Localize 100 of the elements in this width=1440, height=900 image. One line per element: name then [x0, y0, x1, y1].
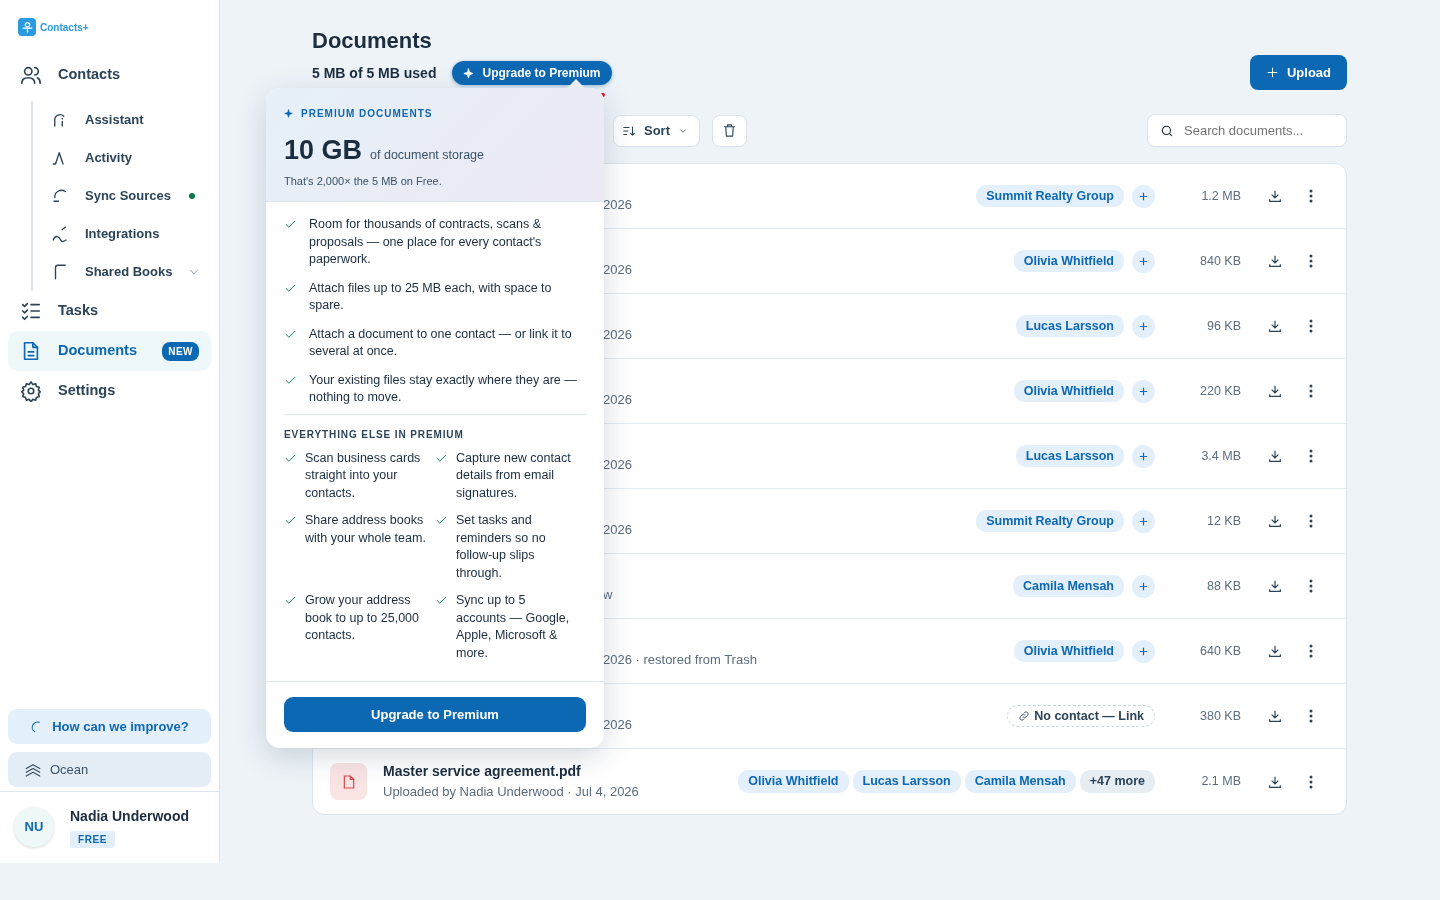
feedback-button[interactable]: How can we improve? — [8, 709, 211, 744]
upgrade-button[interactable]: Upgrade to Premium — [284, 697, 586, 732]
plus-icon — [1138, 255, 1149, 267]
contact-tag[interactable]: Lucas Larsson — [1015, 314, 1124, 338]
feature-text: Room for thousands of contracts, scans & proposals — one place for every contact's paperwork. — [309, 216, 543, 269]
page-title: Documents — [312, 27, 433, 55]
file-size: 220 KB — [1199, 382, 1241, 400]
sort-button[interactable]: Sort — [613, 114, 700, 147]
contact-tag[interactable]: Summit Realty Group — [976, 509, 1124, 533]
more-icon — [1309, 319, 1313, 333]
search-box[interactable]: Search documents... — [1147, 114, 1347, 147]
contact-tag[interactable]: Camila Mensah — [964, 770, 1076, 793]
app-name: Contacts+ — [40, 20, 89, 35]
search-icon — [1160, 123, 1174, 138]
tasks-icon — [20, 300, 42, 322]
nav-subitem[interactable]: Assistant — [33, 101, 219, 139]
more-icon — [1309, 579, 1313, 593]
add-contact-button[interactable] — [1132, 249, 1155, 273]
file-size: 2.1 MB — [1200, 773, 1241, 791]
file-size: 12 KB — [1205, 512, 1241, 530]
feature-text: Scan business cards straight into your contacts. — [305, 449, 422, 502]
file-meta: 2026 — [603, 716, 632, 735]
file-name: Master service agreement.pdf — [383, 762, 582, 782]
upload-button[interactable]: Upload — [1249, 55, 1347, 90]
user-avatar: NU — [14, 807, 54, 847]
nav-subitem[interactable]: Activity — [33, 139, 219, 177]
file-meta: 2026 — [603, 521, 632, 540]
add-contact-button[interactable] — [1132, 314, 1155, 338]
file-meta: 2026 — [603, 326, 632, 345]
more-icon — [1309, 254, 1313, 268]
delete-button[interactable] — [712, 114, 747, 147]
settings-icon — [20, 380, 42, 402]
plus-icon — [1138, 515, 1149, 527]
contact-tag[interactable]: Olivia Whitfield — [1013, 639, 1124, 663]
nav-item[interactable]: Contacts — [8, 55, 211, 95]
more-icon — [1309, 644, 1313, 658]
search-field[interactable]: Search documents... — [1182, 119, 1334, 142]
contact-tag[interactable]: Lucas Larsson — [1015, 444, 1124, 468]
add-contact-button[interactable] — [1132, 509, 1155, 533]
nav-item[interactable]: Settings — [8, 371, 211, 411]
nav-item[interactable]: Documents NEW — [8, 331, 211, 371]
plan-badge: FREE — [70, 831, 116, 848]
logo-icon — [18, 18, 36, 36]
contact-tag[interactable]: Camila Mensah — [1013, 574, 1124, 598]
sort-icon — [622, 123, 636, 138]
contact-tag[interactable]: Olivia Whitfield — [738, 770, 849, 793]
download-icon — [1267, 188, 1283, 204]
eyebrow-text: PREMIUM DOCUMENTS — [301, 107, 433, 121]
contact-tag[interactable]: Lucas Larsson — [852, 770, 961, 793]
more-icon — [1309, 774, 1313, 789]
nav-subitem[interactable]: Integrations — [33, 215, 219, 253]
upgrade-chip[interactable]: Upgrade to Premium — [452, 61, 612, 85]
plus-icon — [1138, 450, 1149, 462]
file-meta: 2026 — [603, 391, 632, 410]
nav-subitem[interactable]: Sync Sources — [33, 177, 219, 215]
file-size: 96 KB — [1205, 317, 1241, 335]
feature-text: Attach files up to 25 MB each, with space to spare. — [309, 279, 553, 315]
download-icon — [1267, 448, 1283, 464]
add-contact-button[interactable] — [1132, 379, 1155, 403]
file-size: 840 KB — [1199, 252, 1241, 270]
feature-text: Sync up to 5 accounts — Google, Apple, Microsoft & more. — [456, 592, 571, 662]
file-meta: 2026 — [603, 456, 632, 475]
file-size: 640 KB — [1199, 642, 1241, 660]
nav-subitem[interactable]: Shared Books — [33, 253, 219, 291]
more-icon — [1309, 449, 1313, 463]
usage-text: 5 MB of 5 MB used — [312, 63, 437, 83]
more-icon — [1309, 384, 1313, 398]
plus-icon — [1138, 190, 1149, 202]
add-contact-button[interactable] — [1132, 639, 1155, 663]
nav-item[interactable]: Tasks — [8, 291, 211, 331]
download-icon — [1267, 383, 1283, 399]
file-size: 1.2 MB — [1200, 187, 1241, 205]
people-icon — [20, 64, 42, 86]
add-contact-button[interactable] — [1132, 184, 1155, 208]
add-contact-button[interactable] — [1132, 444, 1155, 468]
theme-button[interactable]: Ocean — [8, 752, 211, 787]
file-meta: 2026 — [603, 196, 632, 215]
more-tag[interactable]: +47 more — [1079, 770, 1155, 793]
new-badge: NEW — [162, 341, 199, 361]
add-contact-button[interactable] — [1132, 574, 1155, 598]
feature-text: Your existing files stay exactly where they are — nothing to move. — [309, 371, 578, 407]
file-meta: 2026 · restored from Trash — [603, 651, 757, 670]
file-meta: Uploaded by Nadia Underwood · Jul 4, 2026 — [383, 783, 639, 802]
download-icon — [1267, 708, 1283, 724]
storage-label: of document storage — [370, 147, 484, 164]
feature-text: Share address books with your whole team. — [305, 512, 427, 547]
contact-tag[interactable]: Olivia Whitfield — [1013, 249, 1124, 273]
contact-tag[interactable]: Summit Realty Group — [976, 184, 1124, 208]
download-icon — [1267, 318, 1283, 334]
section-heading: EVERYTHING ELSE IN PREMIUM — [284, 427, 465, 442]
more-icon — [1309, 709, 1313, 723]
storage-note: That's 2,000× the 5 MB on Free. — [284, 173, 443, 189]
feature-text: Attach a document to one contact — or link it to several at once. — [309, 325, 573, 361]
plus-icon — [1138, 580, 1149, 592]
feature-text: Capture new contact details from email signatures. — [456, 449, 572, 502]
download-icon — [1267, 578, 1283, 594]
feature-text: Set tasks and reminders so no follow-up slips through. — [456, 512, 547, 582]
feature-text: Grow your address book to up to 25,000 contacts. — [305, 592, 420, 645]
contact-tag[interactable]: Olivia Whitfield — [1013, 379, 1124, 403]
plus-icon — [1265, 66, 1279, 79]
